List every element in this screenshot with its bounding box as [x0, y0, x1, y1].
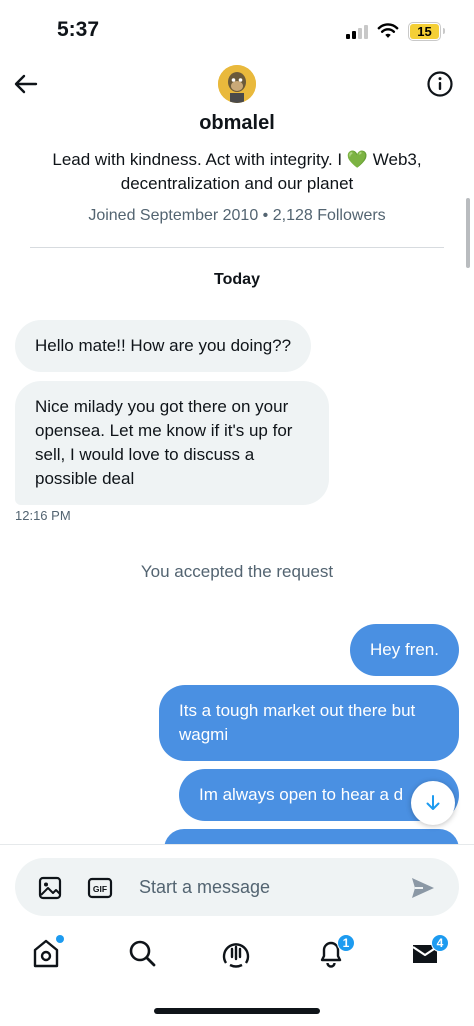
bio-text-start: Lead with kindness. Act with integrity. …	[52, 150, 347, 169]
message-composer: GIF	[15, 858, 459, 916]
scroll-to-bottom-button[interactable]	[411, 781, 455, 825]
nav-notifications[interactable]: 1	[315, 934, 355, 972]
send-icon[interactable]	[409, 874, 437, 902]
profile-username[interactable]: obmalel	[0, 112, 474, 135]
message-timestamp: 12:16 PM	[15, 508, 71, 523]
battery-level: 15	[410, 24, 439, 39]
cellular-signal-icon	[346, 24, 368, 39]
profile-meta: Joined September 2010 • 2,128 Followers	[88, 207, 386, 224]
profile-bio: Lead with kindness. Act with integrity. …	[30, 148, 444, 196]
nav-home[interactable]	[30, 935, 64, 972]
nav-search[interactable]	[126, 936, 158, 972]
date-separator: Today	[214, 271, 260, 288]
green-heart-emoji: 💚	[346, 150, 369, 169]
search-icon	[129, 940, 156, 967]
composer-area: GIF Start a message 1 4	[0, 844, 474, 1026]
notifications-badge: 1	[337, 934, 355, 952]
spaces-icon	[222, 943, 250, 968]
scrollbar[interactable]	[466, 198, 470, 268]
battery-icon: 15	[408, 22, 445, 41]
image-icon[interactable]	[37, 875, 63, 901]
nav-spaces[interactable]	[220, 936, 252, 972]
nav-messages[interactable]: 4	[409, 934, 449, 972]
outgoing-message[interactable]: Its a tough market out there but wagmi	[159, 685, 459, 761]
incoming-message[interactable]: Nice milady you got there on your opense…	[15, 381, 329, 505]
arrow-left-icon[interactable]	[12, 70, 40, 98]
header-divider	[30, 247, 444, 248]
gif-label: GIF	[93, 884, 107, 894]
bottom-navigation: 1 4	[0, 934, 474, 976]
outgoing-message[interactable]: Hey fren.	[350, 624, 459, 676]
incoming-message[interactable]: Hello mate!! How are you doing??	[15, 320, 312, 372]
home-indicator[interactable]	[154, 1008, 320, 1014]
wifi-icon	[377, 23, 399, 38]
message-input[interactable]	[139, 873, 389, 901]
avatar[interactable]	[218, 65, 256, 103]
messages-badge: 4	[431, 934, 449, 952]
arrow-down-icon	[426, 795, 440, 810]
status-bar: 5:37 15	[0, 0, 474, 60]
gif-icon[interactable]: GIF	[87, 875, 113, 901]
home-unread-dot	[56, 935, 64, 943]
status-time: 5:37	[57, 18, 100, 41]
system-message: You accepted the request	[140, 562, 334, 581]
info-circle-icon[interactable]	[426, 70, 454, 98]
ape-avatar-image	[218, 65, 256, 103]
